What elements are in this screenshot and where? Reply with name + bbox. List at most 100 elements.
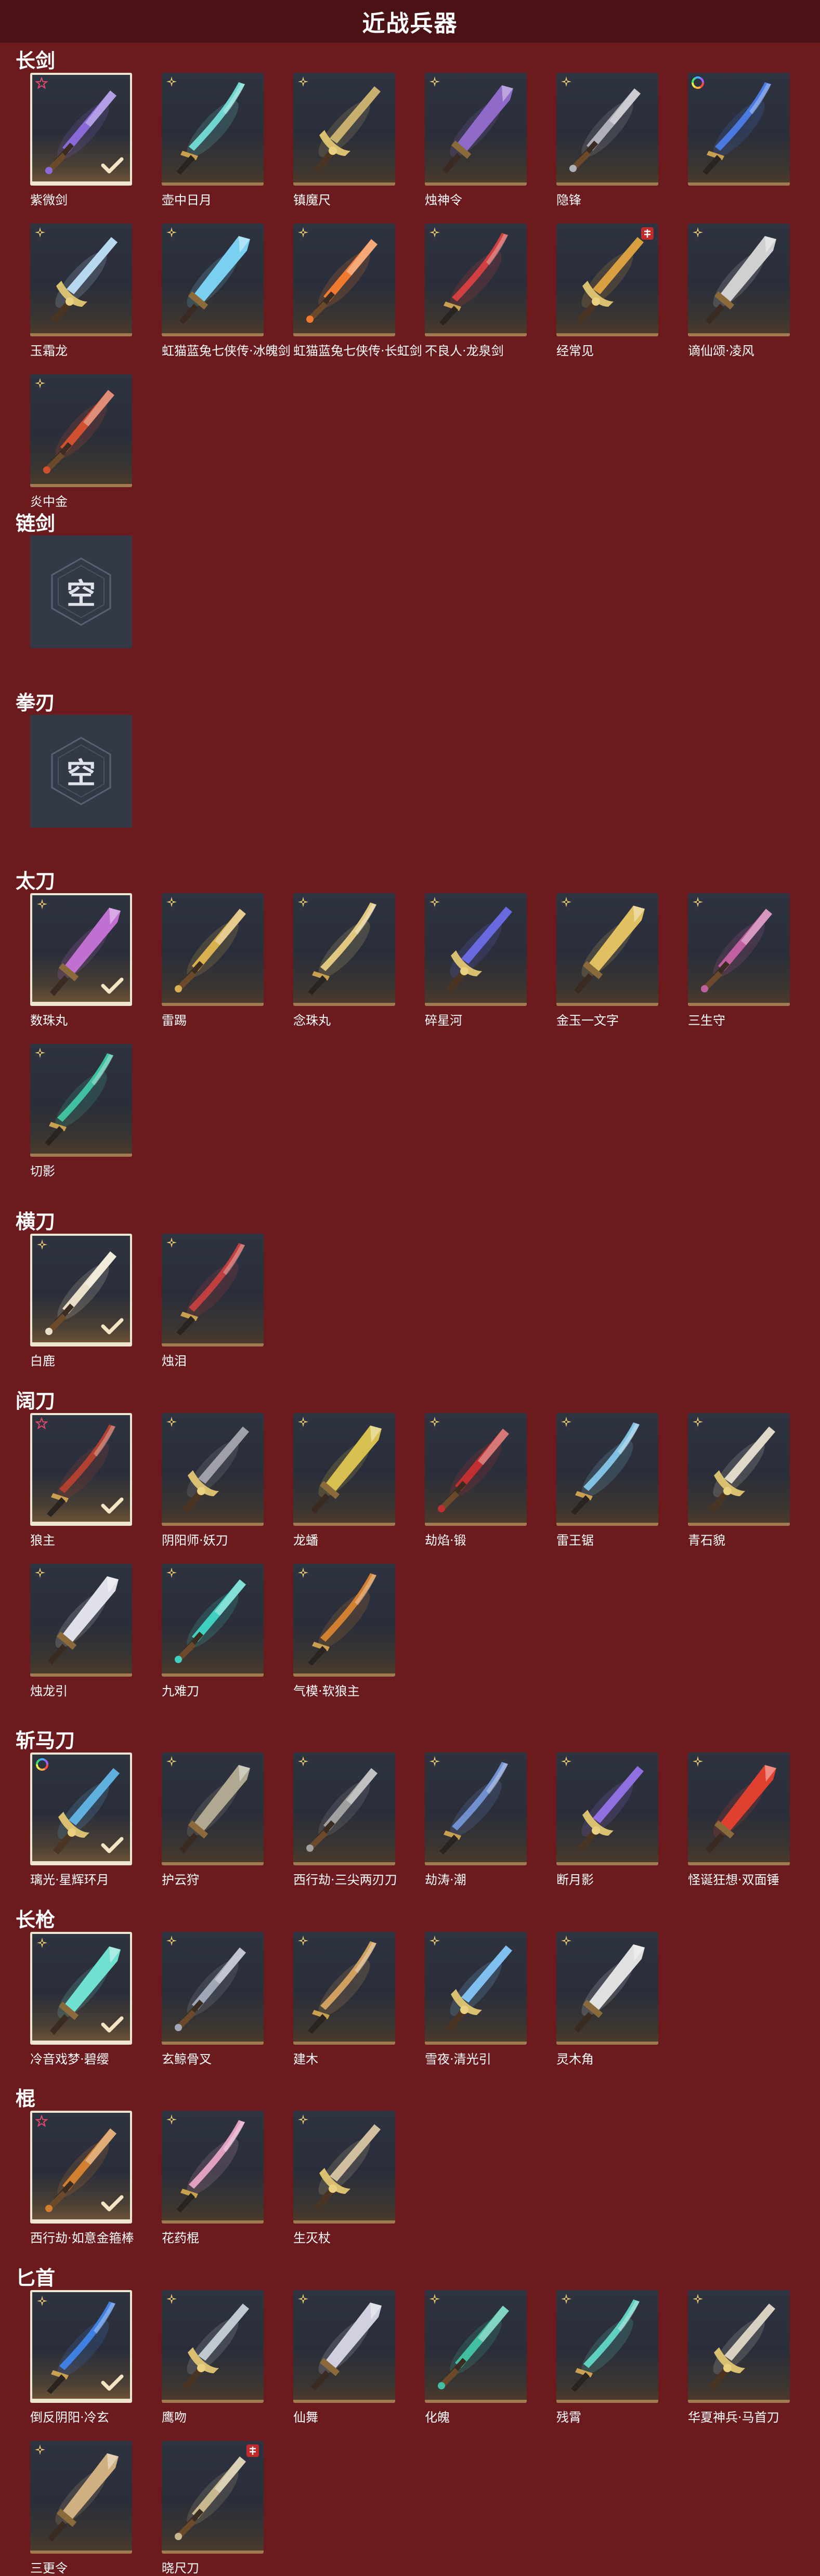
rarity-cross-icon: [429, 227, 440, 238]
rarity-cross-icon: [429, 897, 440, 907]
weapon-card[interactable]: 华夏神兵·马首刀: [688, 2290, 790, 2425]
weapon-card[interactable]: 西行劫·三尖两刃刀: [293, 1753, 397, 1887]
weapon-card[interactable]: 玉霜龙: [30, 224, 132, 358]
weapon-card-frame: [425, 224, 527, 336]
weapon-card-frame: [425, 2290, 527, 2403]
weapon-card[interactable]: 劫焰·锻: [425, 1413, 527, 1548]
weapon-card[interactable]: 虹猫蓝兔七侠传·冰魄剑: [162, 224, 291, 358]
rarity-cross-icon: [35, 227, 45, 238]
weapon-image: [48, 1576, 119, 1665]
weapon-card[interactable]: 晓尺刀: [162, 2441, 264, 2575]
weapon-card[interactable]: 青石貌: [688, 1413, 790, 1548]
weapon-card[interactable]: 护云狩: [162, 1753, 264, 1887]
weapon-card[interactable]: 烛龙引: [30, 1564, 132, 1698]
weapon-card[interactable]: 谪仙颂·凌风: [688, 224, 790, 358]
weapon-image: [569, 88, 641, 172]
weapon-card[interactable]: 断月影: [556, 1753, 658, 1887]
weapon-card[interactable]: 雪夜·清光引: [425, 1932, 527, 2067]
weapon-card[interactable]: 灵木角: [556, 1932, 658, 2067]
weapon-card-frame: [425, 73, 527, 186]
weapon-name: 仙舞: [293, 2410, 318, 2425]
weapon-card[interactable]: 化魄: [425, 2290, 527, 2425]
weapon-card[interactable]: 狼主: [30, 1413, 132, 1548]
rarity-cross-icon: [166, 2294, 177, 2304]
weapon-card-frame: [688, 2290, 790, 2403]
weapon-card[interactable]: 劫涛·潮: [425, 1753, 527, 1887]
weapon-image: [48, 2453, 119, 2542]
weapon-card[interactable]: 壶中日月: [162, 73, 264, 207]
weapon-card[interactable]: 玄鲸骨叉: [162, 1932, 264, 2067]
weapon-image: [306, 239, 378, 323]
weapon-card-frame: [30, 893, 132, 1006]
weapon-card[interactable]: 西行劫·如意金箍棒: [30, 2111, 134, 2245]
weapon-card[interactable]: 建木: [293, 1932, 395, 2067]
weapon-name: 劫涛·潮: [425, 1873, 466, 1887]
weapon-card-frame: [688, 1413, 790, 1526]
weapon-card-frame: [688, 73, 790, 186]
weapon-card[interactable]: 白鹿: [30, 1234, 132, 1368]
weapon-card-frame: [30, 2111, 132, 2224]
weapon-image: [571, 2299, 640, 2392]
weapon-card[interactable]: 碎星河: [425, 893, 527, 1028]
weapon-card[interactable]: 阴阳师·妖刀: [162, 1413, 264, 1548]
weapon-card[interactable]: 花药棍: [162, 2111, 264, 2245]
weapon-card-frame: [688, 1753, 790, 1865]
weapon-card[interactable]: 龙蟠: [293, 1413, 395, 1548]
weapon-card[interactable]: 璃光·星辉环月: [30, 1753, 132, 1887]
rarity-cross-icon: [166, 897, 177, 907]
weapon-name: 劫焰·锻: [425, 1533, 466, 1548]
rarity-cross-icon: [298, 1756, 308, 1767]
weapon-name: 玉霜龙: [30, 344, 68, 358]
weapon-card[interactable]: 紫微剑: [30, 73, 132, 207]
weapon-card[interactable]: 雷踢: [162, 893, 264, 1028]
weapon-image: [701, 909, 772, 992]
weapon-card[interactable]: 三更令: [30, 2441, 132, 2575]
weapon-card[interactable]: 虹猫蓝兔七侠传·长虹剑: [293, 224, 422, 358]
rarity-cross-icon: [298, 227, 308, 238]
weapon-card[interactable]: [688, 73, 790, 186]
weapon-card-frame: [293, 1564, 395, 1677]
weapon-card[interactable]: 念珠丸: [293, 893, 395, 1028]
weapon-name: 炎中金: [30, 494, 68, 509]
weapon-card[interactable]: 经常见: [556, 224, 658, 358]
section-title: 阔刀: [16, 1390, 56, 1413]
weapon-name: 三更令: [30, 2561, 68, 2575]
weapon-card[interactable]: 三生守: [688, 893, 790, 1028]
weapon-card[interactable]: 不良人·龙泉剑: [425, 224, 527, 358]
weapon-card[interactable]: 烛泪: [162, 1234, 264, 1368]
weapon-card[interactable]: 镇魔尺: [293, 73, 395, 207]
weapon-image: [574, 1944, 645, 2033]
weapon-card-frame: [162, 2111, 264, 2224]
section-title: 太刀: [16, 870, 56, 893]
seal-badge-icon: [641, 227, 654, 240]
weapon-card[interactable]: 金玉一文字: [556, 893, 658, 1028]
weapon-card[interactable]: 雷王锯: [556, 1413, 658, 1548]
weapon-card[interactable]: 鹰吻: [162, 2290, 264, 2425]
weapon-card[interactable]: 冷音戏梦·碧缨: [30, 1932, 132, 2067]
weapon-name: 念珠丸: [293, 1013, 331, 1028]
weapon-card[interactable]: 怪诞狂想·双面锤: [688, 1753, 790, 1887]
weapon-card[interactable]: 气模·软狼主: [293, 1564, 395, 1698]
weapon-name: 晓尺刀: [162, 2561, 199, 2575]
weapon-card[interactable]: 隐锋: [556, 73, 658, 207]
weapon-card[interactable]: 倒反阴阳·冷玄: [30, 2290, 132, 2425]
weapon-card[interactable]: 烛神令: [425, 73, 527, 207]
weapon-card[interactable]: 仙舞: [293, 2290, 395, 2425]
weapon-name: 西行劫·三尖两刃刀: [293, 1873, 397, 1887]
weapon-card[interactable]: 炎中金: [30, 374, 132, 509]
weapon-card[interactable]: 生灭杖: [293, 2111, 395, 2245]
weapon-name: 烛泪: [162, 1354, 187, 1368]
weapon-name: 鹰吻: [162, 2410, 187, 2425]
weapon-name: 怪诞狂想·双面锤: [688, 1873, 779, 1887]
rarity-cross-icon: [298, 1936, 308, 1946]
rarity-cross-icon: [35, 2444, 45, 2455]
weapon-card[interactable]: 九难刀: [162, 1564, 264, 1698]
weapon-name: 倒反阴阳·冷玄: [30, 2410, 109, 2425]
section-title: 长枪: [16, 1908, 56, 1931]
weapon-name: 青石貌: [688, 1533, 725, 1548]
rarity-cross-icon: [693, 1417, 703, 1427]
weapon-card[interactable]: 数珠丸: [30, 893, 132, 1028]
weapon-name: 经常见: [556, 344, 594, 358]
weapon-card[interactable]: 残霄: [556, 2290, 658, 2425]
weapon-card[interactable]: 切影: [30, 1044, 132, 1179]
